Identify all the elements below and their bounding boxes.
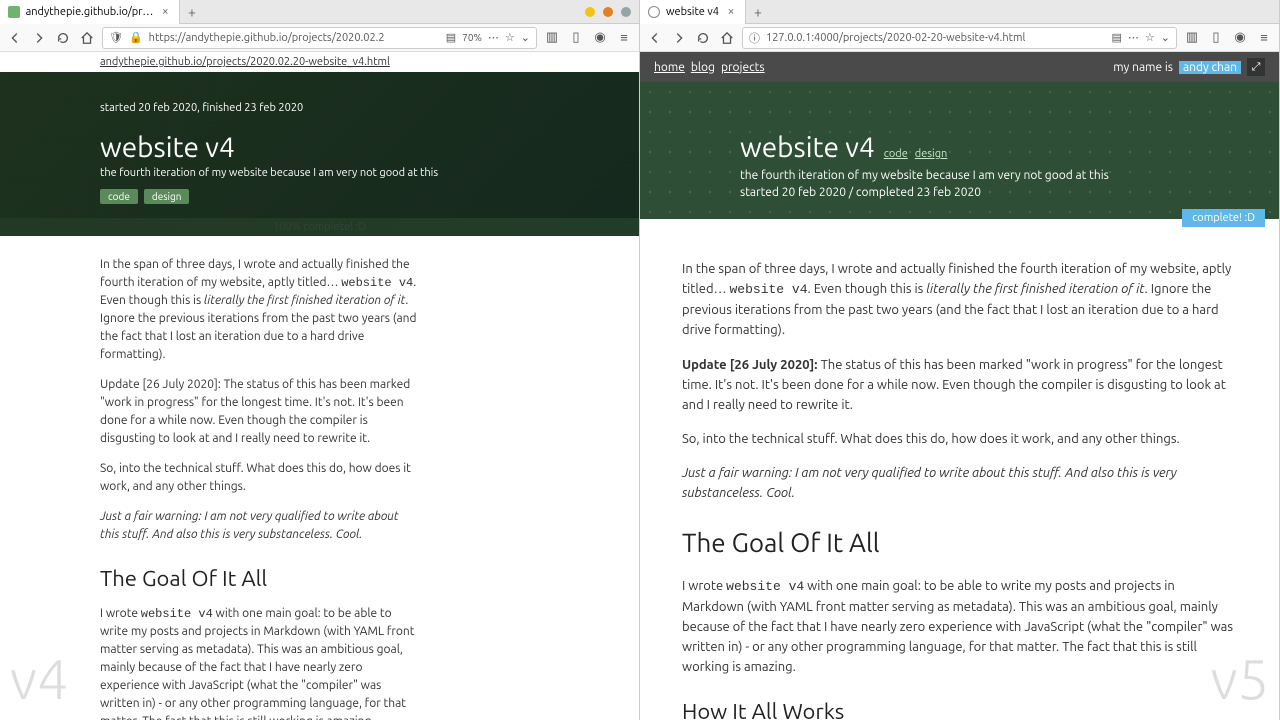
url-bar[interactable]: 🛡 🔒 https://andythepie.github.io/project… [102, 27, 537, 49]
paragraph: Update [26 July 2020]: The status of thi… [682, 355, 1237, 415]
paragraph: In the span of three days, I wrote and a… [682, 259, 1237, 341]
paragraph: Update [26 July 2020]: The status of thi… [100, 376, 420, 448]
sidebar-icon[interactable]: ▯ [1207, 29, 1225, 47]
pocket-icon[interactable]: ⌄ [521, 31, 530, 44]
breadcrumb-path[interactable]: andythepie.github.io/projects/2020.02.20… [0, 52, 639, 72]
reload-button[interactable] [694, 29, 712, 47]
page-content[interactable]: andythepie.github.io/projects/2020.02.20… [0, 52, 639, 720]
paragraph: I wrote website v4 with one main goal: t… [100, 605, 420, 720]
badge-design[interactable]: design [144, 189, 190, 204]
badge-code[interactable]: code [884, 148, 908, 160]
page-title: website v4 [100, 132, 539, 163]
reader-icon[interactable]: ▤ [446, 31, 456, 44]
site-nav: home blog projects my name is andy chan … [640, 52, 1279, 82]
sidebar-icon[interactable]: ▯ [567, 29, 585, 47]
nav-projects[interactable]: projects [721, 61, 765, 74]
favicon-icon [8, 6, 20, 18]
more-icon[interactable]: ⋯ [1128, 31, 1139, 44]
globe-icon [648, 6, 660, 18]
home-button[interactable] [718, 29, 736, 47]
paragraph: So, into the technical stuff. What does … [682, 429, 1237, 449]
nav-name: andy chan [1179, 61, 1241, 74]
account-icon[interactable]: ◉ [591, 29, 609, 47]
reload-button[interactable] [54, 29, 72, 47]
window-controls [585, 7, 639, 17]
library-icon[interactable]: ▥ [543, 29, 561, 47]
badge-list: code design [100, 189, 539, 204]
nav-blog[interactable]: blog [691, 61, 715, 74]
url-text: 127.0.0.1:4000/projects/2020-02-20-websi… [766, 32, 1106, 44]
forward-button[interactable] [30, 29, 48, 47]
bookmark-icon[interactable]: ☆ [505, 31, 515, 44]
toolbar: 🛡 🔒 https://andythepie.github.io/project… [0, 24, 639, 52]
nav-prefix: my name is [1113, 61, 1173, 74]
tab-title: website v4 [666, 6, 719, 18]
hero-dates: started 20 feb 2020 / completed 23 feb 2… [740, 186, 1179, 199]
badge-code[interactable]: code [100, 189, 138, 204]
right-browser-window: website v4 × + ⓘ 127.0.0.1:4000/projects… [640, 0, 1280, 720]
menu-icon[interactable]: ≡ [615, 29, 633, 47]
library-icon[interactable]: ▥ [1183, 29, 1201, 47]
paragraph: I wrote website v4 with one main goal: t… [682, 576, 1237, 678]
url-bar[interactable]: ⓘ 127.0.0.1:4000/projects/2020-02-20-web… [742, 27, 1177, 49]
pocket-icon[interactable]: ⌄ [1161, 31, 1170, 44]
heading-how: How It All Works [682, 695, 1237, 720]
hero-section: website v4 code design the fourth iterat… [640, 82, 1279, 219]
forward-button[interactable] [670, 29, 688, 47]
lock-icon: 🔒 [129, 31, 143, 44]
close-window-icon[interactable] [621, 7, 631, 17]
hero-subtitle: the fourth iteration of my website becau… [100, 167, 539, 179]
status-badge: complete! :D [1182, 209, 1265, 227]
account-icon[interactable]: ◉ [1231, 29, 1249, 47]
page-content[interactable]: home blog projects my name is andy chan … [640, 52, 1279, 720]
close-icon[interactable]: × [159, 6, 171, 18]
minimize-icon[interactable] [585, 7, 595, 17]
reader-icon[interactable]: ▤ [1112, 31, 1122, 44]
bookmark-icon[interactable]: ☆ [1145, 31, 1155, 44]
info-icon: ⓘ [749, 30, 760, 46]
paragraph: Just a fair warning: I am not very quali… [100, 508, 420, 544]
tab-bar: andythepie.github.io/proje × + [0, 0, 639, 24]
article-body: In the span of three days, I wrote and a… [640, 237, 1279, 720]
badge-design[interactable]: design [915, 148, 948, 160]
new-tab-button[interactable]: + [746, 4, 770, 20]
paragraph: Just a fair warning: I am not very quali… [682, 463, 1237, 503]
hero-section: started 20 feb 2020, finished 23 feb 202… [0, 72, 639, 236]
paragraph: So, into the technical stuff. What does … [100, 460, 420, 496]
page-title: website v4 [740, 132, 875, 163]
back-button[interactable] [6, 29, 24, 47]
toolbar: ⓘ 127.0.0.1:4000/projects/2020-02-20-web… [640, 24, 1279, 52]
hero-dates: started 20 feb 2020, finished 23 feb 202… [100, 102, 539, 114]
heading-goal: The Goal Of It All [100, 562, 420, 595]
nav-home[interactable]: home [654, 61, 685, 74]
heading-goal: The Goal Of It All [682, 523, 1237, 563]
maximize-icon[interactable] [603, 7, 613, 17]
browser-tab[interactable]: andythepie.github.io/proje × [0, 0, 180, 24]
more-icon[interactable]: ⋯ [488, 31, 499, 44]
menu-icon[interactable]: ≡ [1255, 29, 1273, 47]
close-icon[interactable]: × [725, 6, 737, 18]
hero-subtitle: the fourth iteration of my website becau… [740, 169, 1179, 182]
browser-tab[interactable]: website v4 × [640, 0, 746, 24]
expand-icon[interactable]: ⤢ [1247, 58, 1265, 76]
new-tab-button[interactable]: + [180, 4, 204, 20]
tab-title: andythepie.github.io/proje [26, 6, 154, 18]
url-text: https://andythepie.github.io/projects/20… [149, 32, 440, 44]
shield-icon: 🛡 [109, 31, 123, 44]
left-browser-window: andythepie.github.io/proje × + 🛡 🔒 https… [0, 0, 640, 720]
badge-list: code design [884, 146, 952, 160]
zoom-level[interactable]: 70% [462, 32, 482, 43]
paragraph: In the span of three days, I wrote and a… [100, 256, 420, 364]
article-body: In the span of three days, I wrote and a… [0, 236, 520, 720]
tab-bar: website v4 × + [640, 0, 1279, 24]
home-button[interactable] [78, 29, 96, 47]
back-button[interactable] [646, 29, 664, 47]
